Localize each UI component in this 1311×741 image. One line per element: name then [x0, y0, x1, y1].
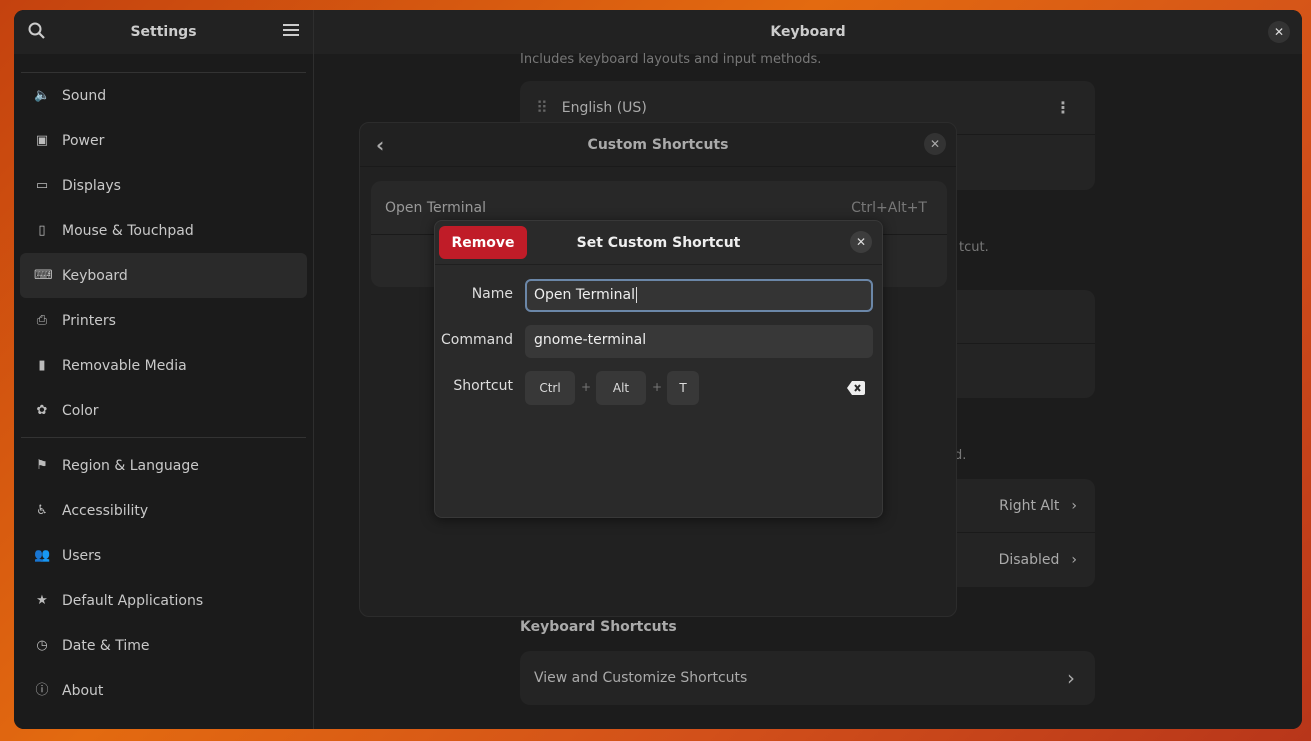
sidebar-item-mouse-touchpad[interactable]: ▯ Mouse & Touchpad	[20, 208, 307, 253]
remove-button[interactable]: Remove	[439, 226, 527, 259]
chevron-right-icon: ›	[1071, 552, 1077, 568]
shortcut-name: Open Terminal	[385, 199, 487, 216]
color-icon: ✿	[36, 402, 48, 418]
more-options-icon[interactable]: ⋮	[1055, 98, 1071, 117]
layout-english-us: English (US)	[561, 99, 647, 116]
usb-icon: ▮	[38, 357, 46, 373]
key-t: T	[667, 371, 699, 405]
sidebar-item-label: Power	[62, 132, 105, 149]
shortcut-label: Shortcut	[453, 378, 513, 394]
sidebar-item-accessibility[interactable]: ♿ Accessibility	[20, 488, 307, 533]
sidebar-item-label: Date & Time	[62, 637, 150, 654]
keyboard-shortcuts-heading: Keyboard Shortcuts	[520, 619, 677, 635]
sidebar-item-label: Color	[62, 402, 99, 419]
sidebar: Settings 🔈 Sound ▣ Power ▭ Displays ▯ Mouse & T…	[14, 10, 314, 729]
shortcut-accel: Ctrl+Alt+T	[851, 199, 927, 216]
star-icon: ★	[36, 592, 48, 608]
sidebar-item-label: Displays	[62, 177, 121, 194]
sidebar-item-color[interactable]: ✿ Color	[20, 388, 307, 433]
back-button[interactable]: ‹	[376, 133, 384, 157]
chevron-right-icon: ›	[1067, 666, 1075, 690]
name-input[interactable]: Open Terminal	[525, 279, 873, 312]
view-shortcuts-label: View and Customize Shortcuts	[534, 670, 748, 686]
close-window-button[interactable]: ✕	[1268, 21, 1290, 43]
dialog-title: Custom Shortcuts	[587, 136, 729, 153]
printer-icon: ⎙	[36, 312, 48, 328]
sidebar-item-region-language[interactable]: ⚑ Region & Language	[20, 443, 307, 488]
speaker-icon: 🔈	[34, 87, 51, 103]
sidebar-header: Settings	[14, 10, 313, 54]
input-sources-description: Includes keyboard layouts and input meth…	[520, 52, 822, 67]
sidebar-item-label: Default Applications	[62, 592, 204, 609]
keyboard-icon: ⌨	[34, 267, 53, 283]
sidebar-item-displays[interactable]: ▭ Displays	[20, 163, 307, 208]
sidebar-item-label: Keyboard	[62, 267, 128, 284]
view-shortcuts-row[interactable]: View and Customize Shortcuts ›	[520, 651, 1095, 705]
sidebar-title: Settings	[130, 24, 197, 40]
name-label: Name	[471, 286, 513, 302]
compose-key-value: Disabled	[998, 552, 1060, 568]
sidebar-item-label: Region & Language	[62, 457, 199, 474]
partial-text: tcut.	[959, 240, 989, 255]
set-custom-shortcut-dialog: Remove Set Custom Shortcut ✕ Name Open T…	[434, 220, 883, 518]
command-label: Command	[441, 332, 513, 348]
sidebar-item-label: Printers	[62, 312, 116, 329]
sidebar-item-label: About	[62, 682, 104, 699]
alt-key-value: Right Alt	[999, 497, 1060, 514]
sidebar-item-removable-media[interactable]: ▮ Removable Media	[20, 343, 307, 388]
command-input[interactable]: gnome-terminal	[525, 325, 873, 358]
battery-icon: ▣	[35, 132, 49, 148]
close-dialog-button[interactable]: ✕	[850, 231, 872, 253]
users-icon: 👥	[34, 547, 51, 563]
sidebar-item-sound[interactable]: 🔈 Sound	[20, 73, 307, 118]
sidebar-item-label: Users	[62, 547, 102, 564]
page-title: Keyboard	[770, 24, 846, 40]
sidebar-item-date-time[interactable]: ◷ Date & Time	[20, 623, 307, 668]
divider	[21, 437, 306, 438]
flag-icon: ⚑	[36, 457, 48, 473]
chevron-right-icon: ›	[1071, 497, 1077, 514]
menu-icon[interactable]	[283, 22, 299, 42]
sidebar-item-label: Accessibility	[62, 502, 149, 519]
sidebar-item-users[interactable]: 👥 Users	[20, 533, 307, 578]
accessibility-icon: ♿	[36, 502, 48, 518]
sidebar-item-about[interactable]: ⓘ About	[20, 668, 307, 713]
dialog-title: Set Custom Shortcut	[576, 234, 741, 251]
sidebar-item-label: Removable Media	[62, 357, 187, 374]
clock-icon: ◷	[36, 637, 48, 653]
sidebar-item-label: Mouse & Touchpad	[62, 222, 194, 239]
close-dialog-button[interactable]: ✕	[924, 133, 946, 155]
sidebar-item-power[interactable]: ▣ Power	[20, 118, 307, 163]
key-ctrl: Ctrl	[525, 371, 575, 405]
drag-handle-icon[interactable]: ⠿	[536, 98, 548, 117]
display-icon: ▭	[35, 177, 49, 193]
sidebar-item-printers[interactable]: ⎙ Printers	[20, 298, 307, 343]
sidebar-item-label: Sound	[62, 87, 107, 104]
sidebar-item-default-applications[interactable]: ★ Default Applications	[20, 578, 307, 623]
search-icon[interactable]	[28, 22, 46, 44]
main-header: Keyboard ✕	[314, 10, 1302, 54]
mouse-icon: ▯	[38, 222, 46, 238]
info-icon: ⓘ	[35, 682, 49, 698]
plus-separator: +	[581, 380, 592, 394]
sidebar-item-keyboard[interactable]: ⌨ Keyboard	[20, 253, 307, 298]
plus-separator: +	[652, 380, 663, 394]
key-alt: Alt	[596, 371, 646, 405]
clear-shortcut-icon[interactable]	[847, 380, 865, 399]
